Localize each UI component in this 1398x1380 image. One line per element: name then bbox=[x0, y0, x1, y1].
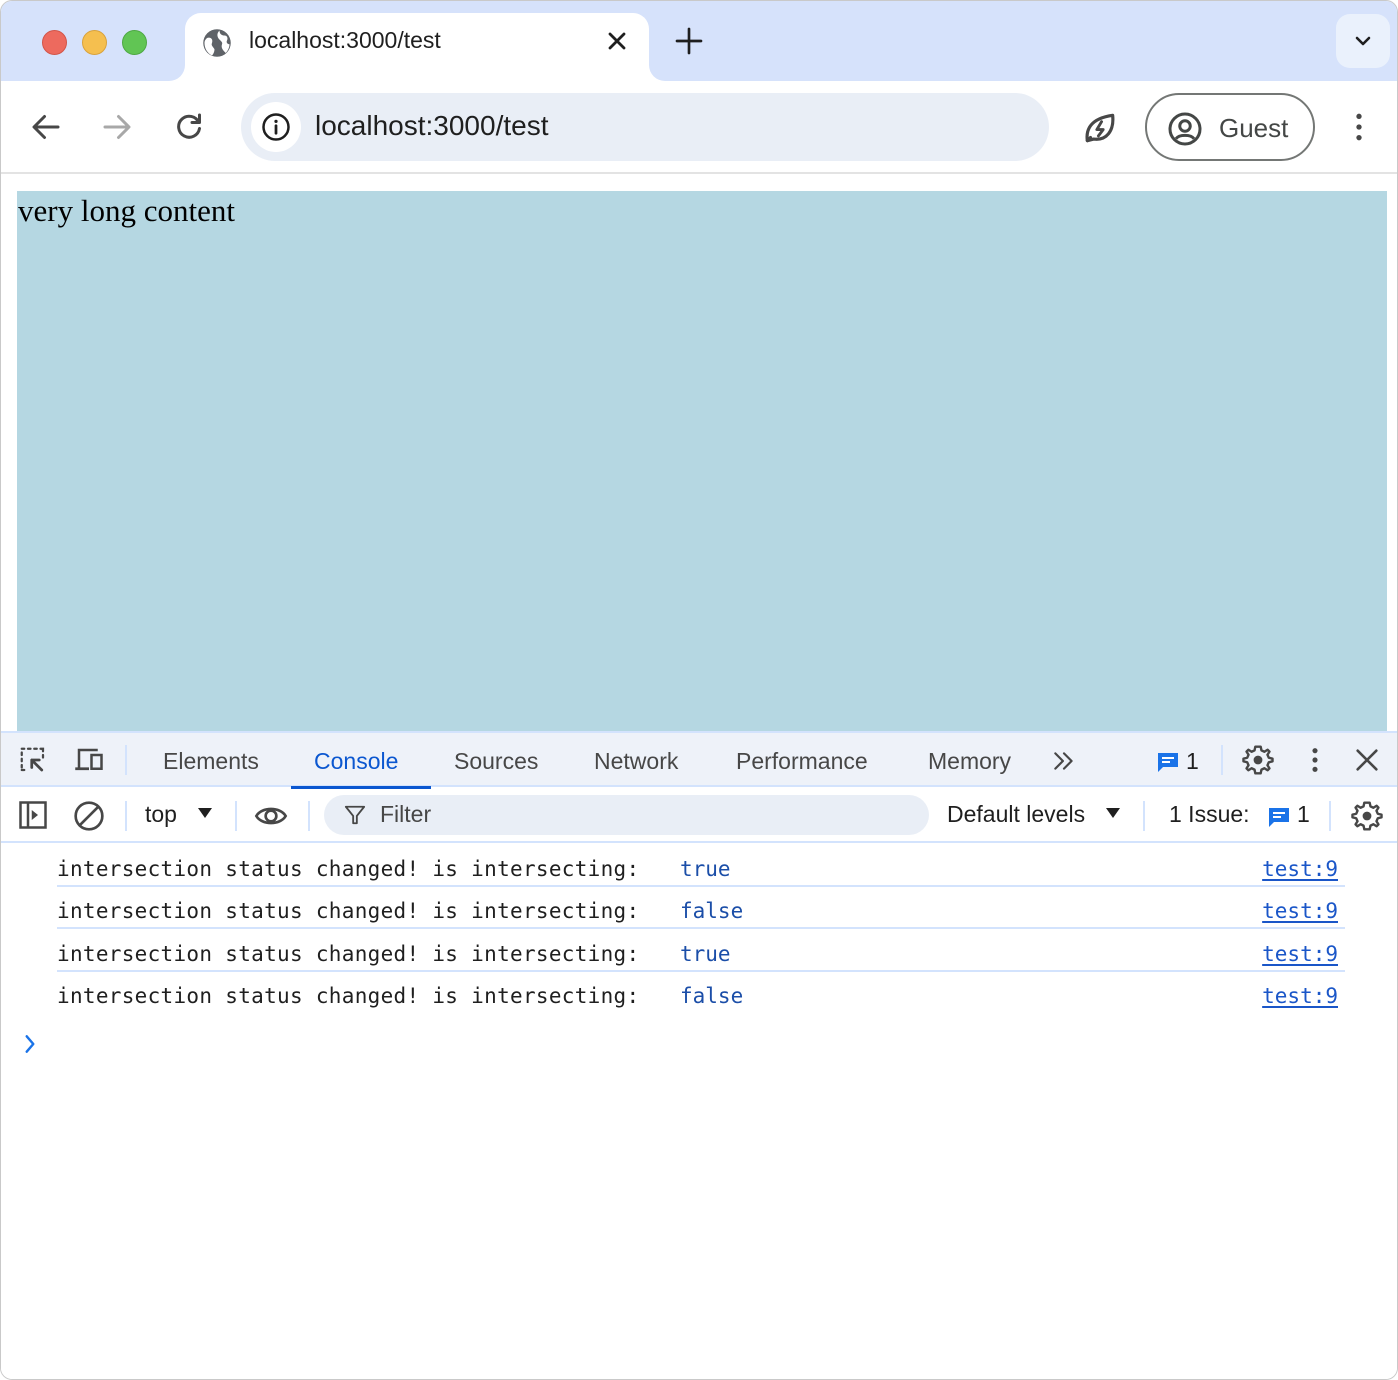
back-arrow-icon[interactable] bbox=[28, 109, 64, 145]
separator bbox=[125, 745, 127, 775]
filter-placeholder: Filter bbox=[380, 801, 432, 827]
caret-down-icon bbox=[198, 808, 212, 818]
reload-icon[interactable] bbox=[171, 109, 207, 145]
browser-tab-active[interactable]: localhost:3000/test bbox=[185, 13, 649, 83]
globe-icon bbox=[203, 29, 231, 57]
devtools-more-vert-icon[interactable] bbox=[1301, 745, 1329, 775]
separator bbox=[1221, 745, 1223, 775]
tab-performance[interactable]: Performance bbox=[713, 733, 891, 787]
inspect-element-icon[interactable] bbox=[18, 745, 48, 775]
info-icon bbox=[262, 113, 290, 141]
message-text: intersection status changed! is intersec… bbox=[57, 857, 640, 881]
console-toolbar: top Filter Default levels 1 Issue: 1 bbox=[1, 789, 1397, 843]
message-value: false bbox=[680, 899, 744, 923]
minimize-window-button[interactable] bbox=[82, 30, 107, 55]
tab-label: Elements bbox=[163, 748, 259, 774]
message-value: false bbox=[680, 984, 744, 1008]
log-levels-dropdown[interactable]: Default levels bbox=[947, 801, 1085, 828]
tab-label: Network bbox=[594, 748, 679, 774]
issues-message-icon[interactable] bbox=[1156, 750, 1180, 774]
context-selector[interactable]: top bbox=[145, 801, 177, 828]
tab-search-button[interactable] bbox=[1336, 14, 1390, 68]
new-tab-icon[interactable] bbox=[673, 25, 705, 57]
console-prompt-chevron-icon[interactable] bbox=[23, 1033, 37, 1055]
close-devtools-icon[interactable] bbox=[1353, 746, 1381, 774]
tab-label: Memory bbox=[928, 748, 1012, 774]
separator bbox=[235, 801, 237, 831]
caret-down-icon bbox=[1106, 808, 1120, 818]
page-viewport: very long content bbox=[1, 176, 1397, 736]
issues-count[interactable]: 1 bbox=[1297, 801, 1310, 828]
message-text: intersection status changed! is intersec… bbox=[57, 984, 640, 1008]
issues-badge-count[interactable]: 1 bbox=[1186, 748, 1199, 775]
console-message: intersection status changed! is intersec… bbox=[57, 887, 1345, 929]
console-settings-gear-icon[interactable] bbox=[1351, 800, 1383, 832]
filter-funnel-icon bbox=[344, 805, 366, 825]
devtools-tab-bar: Elements Console Sources Network Perform… bbox=[1, 733, 1397, 789]
message-value: true bbox=[680, 942, 731, 966]
content-box: very long content bbox=[17, 191, 1387, 736]
browser-window: localhost:3000/test localhost:3000/test … bbox=[0, 0, 1398, 1380]
source-link[interactable]: test:9 bbox=[1262, 899, 1338, 923]
devtools-panel: Elements Console Sources Network Perform… bbox=[1, 731, 1397, 1379]
filter-input[interactable]: Filter bbox=[324, 795, 929, 835]
maximize-window-button[interactable] bbox=[122, 30, 147, 55]
console-message: intersection status changed! is intersec… bbox=[57, 972, 1345, 1014]
live-expression-eye-icon[interactable] bbox=[253, 800, 289, 832]
performance-leaf-icon[interactable] bbox=[1081, 109, 1119, 147]
more-vert-icon[interactable] bbox=[1343, 109, 1375, 145]
close-tab-icon[interactable] bbox=[603, 27, 631, 55]
separator bbox=[308, 801, 310, 831]
site-info-button[interactable] bbox=[251, 102, 301, 152]
tab-strip: localhost:3000/test bbox=[1, 1, 1397, 83]
source-link[interactable]: test:9 bbox=[1262, 857, 1338, 881]
message-text: intersection status changed! is intersec… bbox=[57, 899, 640, 923]
separator bbox=[1143, 801, 1145, 831]
console-message: intersection status changed! is intersec… bbox=[57, 845, 1345, 887]
separator bbox=[125, 801, 127, 831]
issues-button[interactable]: 1 Issue: bbox=[1169, 801, 1250, 828]
issues-message-icon[interactable] bbox=[1267, 805, 1291, 829]
browser-toolbar: localhost:3000/test Guest bbox=[1, 81, 1397, 174]
content-text: very long content bbox=[18, 193, 235, 228]
message-text: intersection status changed! is intersec… bbox=[57, 942, 640, 966]
source-link[interactable]: test:9 bbox=[1262, 942, 1338, 966]
address-bar[interactable]: localhost:3000/test bbox=[241, 93, 1049, 161]
more-tabs-chevron-icon[interactable] bbox=[1051, 748, 1077, 774]
tab-label: Performance bbox=[736, 748, 868, 774]
device-toggle-icon[interactable] bbox=[72, 745, 106, 775]
tab-network[interactable]: Network bbox=[571, 733, 701, 787]
url-text[interactable]: localhost:3000/test bbox=[315, 110, 549, 142]
console-message: intersection status changed! is intersec… bbox=[57, 930, 1345, 972]
tab-elements[interactable]: Elements bbox=[140, 733, 282, 787]
chevron-down-icon bbox=[1355, 36, 1371, 46]
show-sidebar-icon[interactable] bbox=[18, 800, 48, 830]
forward-arrow-icon[interactable] bbox=[99, 109, 135, 145]
tab-label: Console bbox=[314, 748, 399, 774]
settings-gear-icon[interactable] bbox=[1242, 744, 1274, 776]
source-link[interactable]: test:9 bbox=[1262, 984, 1338, 1008]
clear-console-icon[interactable] bbox=[73, 800, 105, 832]
tab-console[interactable]: Console bbox=[291, 733, 431, 789]
tab-label: Sources bbox=[454, 748, 539, 774]
tab-memory[interactable]: Memory bbox=[905, 733, 1034, 787]
account-circle-icon bbox=[1168, 112, 1202, 146]
close-window-button[interactable] bbox=[42, 30, 67, 55]
tab-title: localhost:3000/test bbox=[249, 27, 441, 53]
message-value: true bbox=[680, 857, 731, 881]
separator bbox=[1329, 801, 1331, 831]
tab-sources[interactable]: Sources bbox=[431, 733, 561, 787]
profile-name: Guest bbox=[1219, 113, 1289, 143]
profile-button[interactable]: Guest bbox=[1145, 93, 1315, 161]
